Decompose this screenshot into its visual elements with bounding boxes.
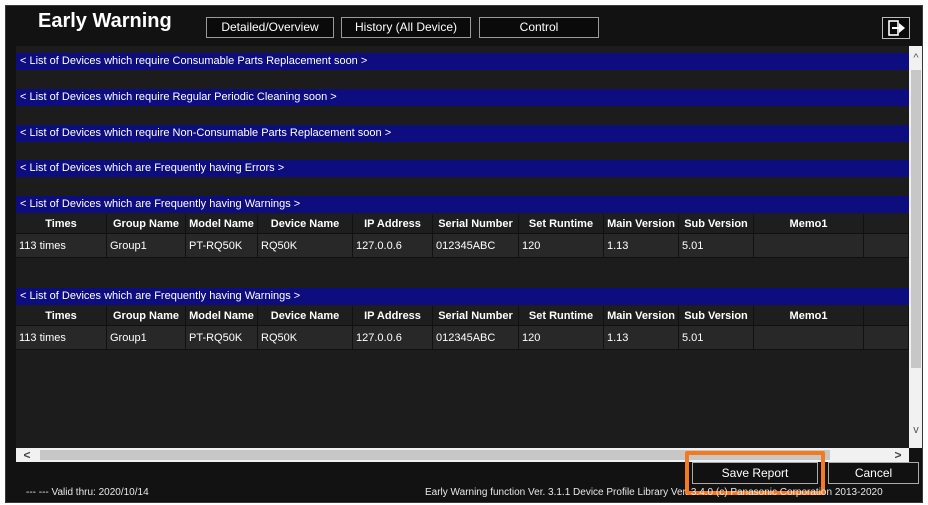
column-header[interactable]: Times bbox=[16, 214, 107, 233]
scroll-left-icon[interactable]: < bbox=[18, 448, 36, 462]
table-header-row: Times Group Name Model Name Device Name … bbox=[16, 214, 909, 234]
table-cell: 113 times bbox=[16, 234, 107, 257]
column-header[interactable]: Times bbox=[16, 306, 107, 325]
table-cell: 113 times bbox=[16, 326, 107, 349]
section-frequent-warnings-2: < List of Devices which are Frequently h… bbox=[16, 288, 909, 305]
cancel-button[interactable]: Cancel bbox=[828, 462, 919, 484]
column-header[interactable]: Model Name bbox=[186, 214, 258, 233]
section-non-consumable-parts: < List of Devices which require Non-Cons… bbox=[16, 125, 909, 142]
column-header[interactable]: Serial Number bbox=[433, 214, 519, 233]
table-cell: PT-RQ50K bbox=[186, 234, 258, 257]
table-cell: 1.13 bbox=[604, 234, 679, 257]
table-cell: Group1 bbox=[107, 234, 186, 257]
section-periodic-cleaning: < List of Devices which require Regular … bbox=[16, 89, 909, 106]
device-list-panel: < List of Devices which require Consumab… bbox=[16, 46, 909, 449]
table-cell bbox=[864, 234, 909, 257]
column-header[interactable]: Group Name bbox=[107, 306, 186, 325]
scroll-right-icon[interactable]: > bbox=[889, 448, 907, 462]
section-consumable-parts: < List of Devices which require Consumab… bbox=[16, 53, 909, 70]
table-cell: PT-RQ50K bbox=[186, 326, 258, 349]
column-header[interactable]: IP Address bbox=[353, 214, 433, 233]
table-cell: RQ50K bbox=[258, 326, 353, 349]
tab-detailed-overview[interactable]: Detailed/Overview bbox=[206, 17, 334, 38]
column-header[interactable]: Serial Number bbox=[433, 306, 519, 325]
section-frequent-errors: < List of Devices which are Frequently h… bbox=[16, 160, 909, 177]
early-warning-window: Early Warning Detailed/Overview History … bbox=[5, 5, 923, 503]
warnings-table: Times Group Name Model Name Device Name … bbox=[16, 214, 909, 258]
table-cell: 012345ABC bbox=[433, 234, 519, 257]
column-header[interactable]: Sub Version bbox=[679, 306, 754, 325]
column-header[interactable]: Device Name bbox=[258, 306, 353, 325]
table-cell: 127.0.0.6 bbox=[353, 234, 433, 257]
table-row[interactable]: 113 times Group1 PT-RQ50K RQ50K 127.0.0.… bbox=[16, 326, 909, 350]
column-header[interactable]: Memo1 bbox=[754, 306, 864, 325]
page-title: Early Warning bbox=[38, 10, 172, 32]
table-cell bbox=[754, 326, 864, 349]
column-header[interactable] bbox=[864, 306, 909, 325]
tab-control[interactable]: Control bbox=[479, 17, 599, 38]
exit-icon bbox=[888, 20, 905, 36]
version-text: Early Warning function Ver. 3.1.1 Device… bbox=[425, 487, 883, 498]
table-cell: 1.13 bbox=[604, 326, 679, 349]
table-cell: 120 bbox=[519, 326, 604, 349]
scroll-up-icon[interactable]: ^ bbox=[909, 48, 922, 68]
table-cell: 120 bbox=[519, 234, 604, 257]
section-frequent-warnings: < List of Devices which are Frequently h… bbox=[16, 196, 909, 213]
save-report-button[interactable]: Save Report bbox=[692, 462, 818, 484]
warnings-table-2: Times Group Name Model Name Device Name … bbox=[16, 306, 909, 350]
exit-button[interactable] bbox=[882, 17, 910, 39]
table-cell: Group1 bbox=[107, 326, 186, 349]
vertical-scrollbar[interactable]: ^ v bbox=[909, 46, 922, 448]
tab-history[interactable]: History (All Device) bbox=[341, 17, 471, 38]
vertical-scroll-thumb[interactable] bbox=[911, 70, 921, 368]
column-header[interactable]: Model Name bbox=[186, 306, 258, 325]
column-header[interactable]: Group Name bbox=[107, 214, 186, 233]
table-cell: 5.01 bbox=[679, 326, 754, 349]
table-cell: 5.01 bbox=[679, 234, 754, 257]
table-cell: 012345ABC bbox=[433, 326, 519, 349]
column-header[interactable]: Memo1 bbox=[754, 214, 864, 233]
column-header[interactable]: Device Name bbox=[258, 214, 353, 233]
table-header-row: Times Group Name Model Name Device Name … bbox=[16, 306, 909, 326]
table-row[interactable]: 113 times Group1 PT-RQ50K RQ50K 127.0.0.… bbox=[16, 234, 909, 258]
column-header[interactable]: Main Version bbox=[604, 306, 679, 325]
column-header[interactable] bbox=[864, 214, 909, 233]
column-header[interactable]: Set Runtime bbox=[519, 214, 604, 233]
table-cell: RQ50K bbox=[258, 234, 353, 257]
column-header[interactable]: Main Version bbox=[604, 214, 679, 233]
table-cell bbox=[754, 234, 864, 257]
table-cell bbox=[864, 326, 909, 349]
table-cell: 127.0.0.6 bbox=[353, 326, 433, 349]
column-header[interactable]: Set Runtime bbox=[519, 306, 604, 325]
column-header[interactable]: IP Address bbox=[353, 306, 433, 325]
column-header[interactable]: Sub Version bbox=[679, 214, 754, 233]
scroll-down-icon[interactable]: v bbox=[909, 420, 922, 440]
valid-thru-text: --- --- Valid thru: 2020/10/14 bbox=[26, 487, 149, 498]
